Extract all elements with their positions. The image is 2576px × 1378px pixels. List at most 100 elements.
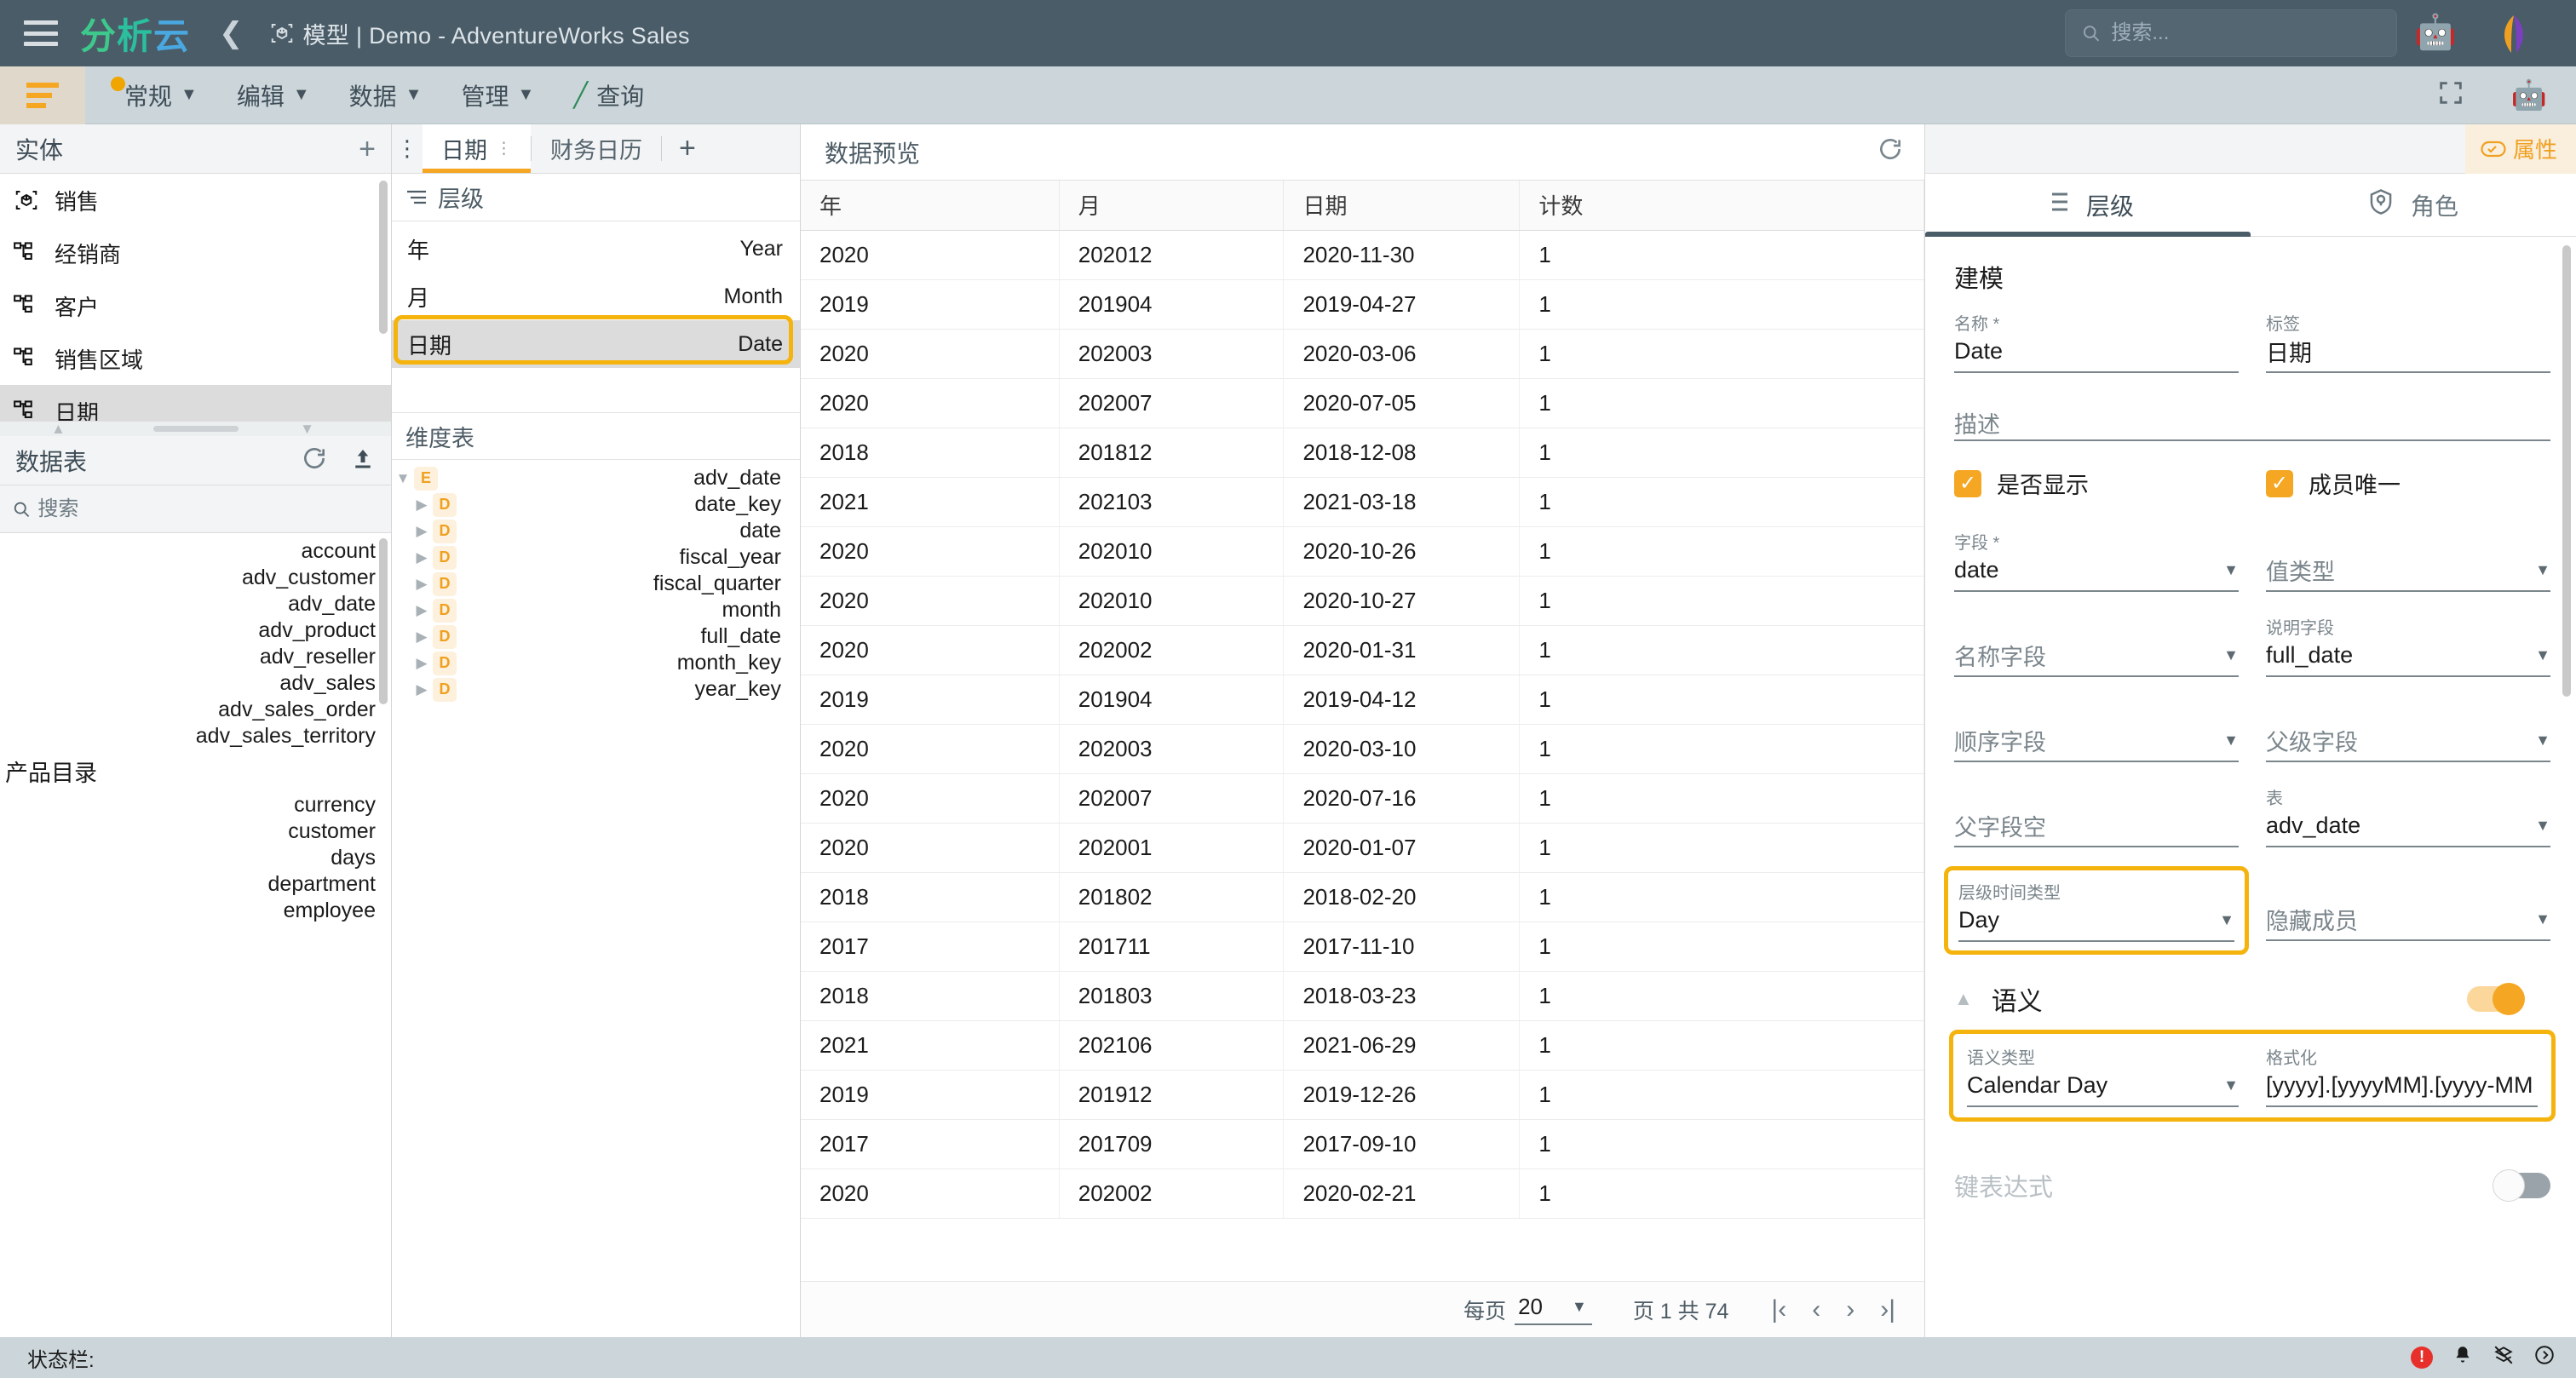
table-row[interactable]: 20212021032021-03-181	[801, 477, 1924, 526]
table-row[interactable]: 20202020032020-03-101	[801, 724, 1924, 773]
refresh-icon[interactable]	[1877, 135, 1904, 169]
table-row[interactable]: 20192019042019-04-121	[801, 675, 1924, 724]
field-format[interactable]: 格式化 [yyyy].[yyyyMM].[yyyy-MM	[2266, 1044, 2538, 1107]
bell-icon[interactable]	[2452, 1344, 2474, 1372]
prev-page-button[interactable]: ‹	[1812, 1295, 1820, 1324]
select-table[interactable]: 表 adv_date ▼	[2266, 784, 2550, 847]
list-item[interactable]: adv_date	[0, 591, 391, 617]
column-header-date[interactable]: 日期	[1284, 181, 1520, 230]
tree-node-year-key[interactable]: ▶ D year_key	[392, 676, 800, 703]
menu-item-data[interactable]: 数据 ▼	[349, 78, 423, 112]
list-item[interactable]: adv_customer	[0, 565, 391, 591]
chevron-down-icon[interactable]: ▼	[392, 470, 414, 487]
table-row[interactable]: 20192019042019-04-271	[801, 279, 1924, 329]
properties-scrollbar[interactable]	[2562, 245, 2571, 697]
list-item[interactable]: days	[0, 845, 391, 871]
field-parent-null[interactable]: 父字段空	[1954, 784, 2239, 847]
checkbox-member-unique[interactable]: ✓ 成员唯一	[2266, 467, 2550, 500]
entities-scrollbar[interactable]	[379, 181, 388, 334]
tree-node-date[interactable]: ▶ D date	[392, 518, 800, 544]
chevron-down-icon[interactable]: ▼	[2535, 910, 2550, 928]
tab-fiscal-calendar[interactable]: 财务日历	[532, 124, 661, 173]
upload-icon[interactable]	[350, 445, 376, 475]
menu-item-general[interactable]: 常规 ▼	[124, 78, 198, 112]
table-row[interactable]: 20202020102020-10-271	[801, 576, 1924, 625]
tab-roles[interactable]: 角色	[2251, 174, 2576, 236]
properties-tag-button[interactable]: 属性	[2465, 124, 2576, 174]
table-row[interactable]: 20212021062021-06-291	[801, 1020, 1924, 1070]
search-input[interactable]	[2111, 21, 2381, 45]
select-hidden-member[interactable]: 隐藏成员 ▼	[2266, 870, 2550, 950]
list-item[interactable]: account	[0, 538, 391, 565]
last-page-button[interactable]: ›|	[1880, 1295, 1895, 1324]
no-layers-icon[interactable]	[2493, 1344, 2515, 1372]
chevron-down-icon[interactable]: ▼	[2535, 732, 2550, 749]
panel-splitter[interactable]: ▲ ▼	[0, 421, 391, 436]
chevron-down-icon[interactable]: ▼	[2223, 646, 2239, 664]
sidebar-item-sales-territory[interactable]: 销售区域	[0, 332, 391, 385]
tables-scrollbar[interactable]	[379, 538, 388, 704]
checkbox-visible[interactable]: ✓ 是否显示	[1954, 467, 2239, 500]
chevron-down-icon[interactable]: ▼	[2535, 646, 2550, 664]
navigate-icon[interactable]	[2533, 1344, 2556, 1372]
refresh-icon[interactable]	[301, 445, 328, 476]
chevron-right-icon[interactable]: ▶	[411, 602, 433, 619]
chevron-down-icon[interactable]: ▼	[2219, 911, 2234, 929]
table-row[interactable]: 20202020022020-01-311	[801, 625, 1924, 675]
select-order-field[interactable]: 顺序字段 ▼	[1954, 699, 2239, 762]
sidebar-item-date[interactable]: 日期	[0, 385, 391, 421]
sidebar-item-customer[interactable]: 客户	[0, 279, 391, 332]
back-chevron-icon[interactable]: ❮	[219, 19, 244, 48]
table-row[interactable]: 20182018122018-12-081	[801, 428, 1924, 477]
tree-node-adv-date[interactable]: ▼ E adv_date	[392, 465, 800, 491]
collapse-up-icon[interactable]: ▲	[51, 421, 66, 438]
select-level-time-type[interactable]: 层级时间类型 Day ▼	[1944, 866, 2249, 955]
chevron-down-icon[interactable]: ▼	[2223, 732, 2239, 749]
chevron-right-icon[interactable]: ▶	[411, 576, 433, 593]
assistant-robot-icon[interactable]: 🤖	[2511, 81, 2547, 110]
field-tag[interactable]: 标签 日期	[2266, 310, 2550, 373]
hierarchy-level-date[interactable]: 日期 Date	[392, 320, 800, 368]
ribbon-grip-icon[interactable]	[0, 66, 85, 124]
field-name[interactable]: 名称 * Date	[1954, 310, 2239, 373]
list-item[interactable]: currency	[0, 792, 391, 818]
select-semantic-type[interactable]: 语义类型 Calendar Day ▼	[1967, 1044, 2239, 1107]
table-row[interactable]: 20172017092017-09-101	[801, 1119, 1924, 1168]
table-row[interactable]: 20202020012020-01-071	[801, 823, 1924, 872]
table-row[interactable]: 20202020122020-11-301	[801, 230, 1924, 279]
list-item[interactable]: adv_reseller	[0, 644, 391, 670]
table-row[interactable]: 20172017112017-11-101	[801, 922, 1924, 971]
list-item[interactable]: adv_sales	[0, 670, 391, 697]
select-value-type[interactable]: 值类型 ▼	[2266, 529, 2550, 592]
chevron-up-icon[interactable]: ▲	[1954, 988, 1973, 1010]
table-row[interactable]: 20202020032020-03-061	[801, 329, 1924, 378]
column-header-count[interactable]: 计数	[1520, 181, 1924, 230]
collapse-down-icon[interactable]: ▼	[300, 421, 314, 438]
tree-node-month[interactable]: ▶ D month	[392, 597, 800, 623]
list-item[interactable]: adv_sales_territory	[0, 723, 391, 749]
semantic-toggle[interactable]	[2467, 986, 2521, 1012]
hierarchy-level-month[interactable]: 月 Month	[392, 273, 800, 320]
chevron-down-icon[interactable]: ▼	[2223, 561, 2239, 579]
table-row[interactable]: 20202020022020-02-211	[801, 1168, 1924, 1218]
chevron-right-icon[interactable]: ▶	[411, 523, 433, 540]
tree-node-fiscal-year[interactable]: ▶ D fiscal_year	[392, 544, 800, 571]
list-item[interactable]: customer	[0, 818, 391, 845]
main-menu-icon[interactable]	[24, 20, 58, 46]
chevron-right-icon[interactable]: ▶	[411, 655, 433, 672]
tree-node-full-date[interactable]: ▶ D full_date	[392, 623, 800, 650]
table-row[interactable]: 20202020072020-07-161	[801, 773, 1924, 823]
list-item[interactable]: adv_product	[0, 617, 391, 644]
tab-menu-icon[interactable]: ⋮	[496, 141, 512, 157]
list-item[interactable]: employee	[0, 898, 391, 924]
list-item[interactable]: adv_sales_order	[0, 697, 391, 723]
first-page-button[interactable]: |‹	[1771, 1295, 1786, 1324]
checkbox-visible-box[interactable]: ✓	[1954, 470, 1981, 497]
add-entity-button[interactable]: +	[359, 135, 376, 164]
tables-search-input[interactable]	[37, 497, 391, 521]
tree-node-month-key[interactable]: ▶ D month_key	[392, 650, 800, 676]
column-header-month[interactable]: 月	[1059, 181, 1284, 230]
hierarchy-level-year[interactable]: 年 Year	[392, 225, 800, 273]
chevron-right-icon[interactable]: ▶	[411, 681, 433, 698]
tab-hierarchy[interactable]: 层级	[1925, 174, 2251, 236]
